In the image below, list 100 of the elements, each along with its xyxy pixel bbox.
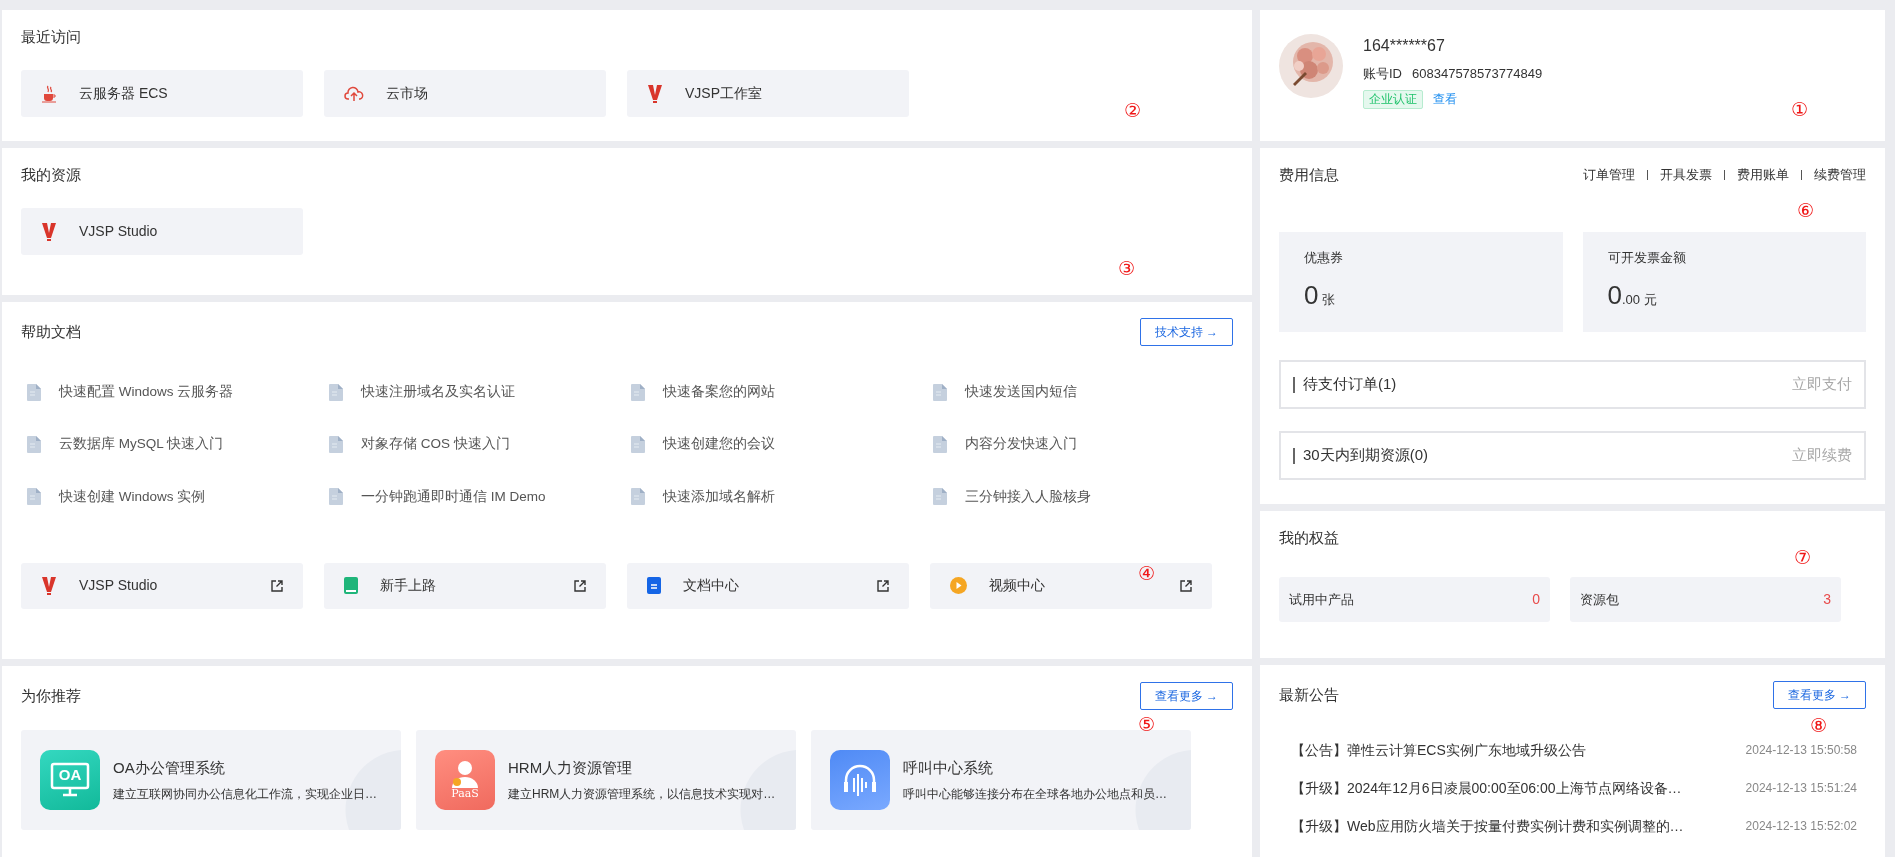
tile-label: VJSP Studio (79, 576, 158, 596)
section-title: 为你推荐 (21, 686, 81, 706)
callout-number: ③ (1118, 258, 1136, 280)
notice-link[interactable]: 【升级】Web应用防火墙关于按量付费实例计费和实例调整的… (1291, 815, 1684, 837)
external-link-icon (877, 579, 889, 592)
more-button[interactable]: 查看更多 → (1139, 682, 1233, 710)
id-label: 账号ID (1363, 65, 1402, 83)
file-icon (933, 435, 947, 453)
fee-link[interactable]: 订单管理 (1583, 165, 1635, 185)
product-card[interactable]: 呼叫中心系统 呼叫中心能够连接分布在全球各地办公地点和员… (811, 730, 1191, 830)
shortcut-tile[interactable]: VJSP工作室 (627, 70, 909, 117)
doc-link[interactable]: 快速添加域名解析 (663, 486, 775, 507)
doc-link[interactable]: 快速创建 Windows 实例 (59, 486, 206, 507)
stat-value: 0 (1304, 279, 1319, 310)
pending-row[interactable]: 30天内到期资源(0) 立即续费 (1279, 431, 1866, 480)
tile-label: 视频中心 (989, 576, 1045, 596)
shortcut-tile[interactable]: 云服务器 ECS (21, 70, 303, 117)
fee-link[interactable]: 续费管理 (1814, 165, 1866, 185)
icon-label: OA (57, 769, 83, 781)
file-icon (631, 383, 645, 401)
file-icon (631, 488, 645, 506)
verified-tag: 企业认证 (1363, 89, 1423, 109)
product-description: 呼叫中心能够连接分布在全球各地办公地点和员… (903, 786, 1167, 804)
pending-label: 待支付订单(1) (1303, 374, 1397, 395)
product-card[interactable]: OA OA办公管理系统 建立互联网协同办公信息化工作流，实现企业日… (21, 730, 401, 830)
doc-link[interactable]: 一分钟跑通即时通信 IM Demo (361, 486, 546, 507)
doc-link[interactable]: 对象存储 COS 快速入门 (361, 434, 510, 455)
person-icon (450, 760, 480, 788)
v-logo-icon (41, 575, 57, 596)
file-icon (329, 435, 343, 453)
section-title: 最新公告 (1279, 685, 1339, 705)
stat-unit: 张 (1322, 291, 1336, 307)
shortcut-tile[interactable]: 文档中心 (627, 562, 909, 609)
v-logo-icon (41, 221, 57, 242)
benefit-label: 资源包 (1580, 590, 1619, 609)
pending-label: 30天内到期资源(0) (1303, 445, 1429, 466)
notice-time: 2024-12-13 15:50:58 (1744, 742, 1857, 759)
shortcut-tile[interactable]: 新手上路 (324, 562, 606, 609)
more-button[interactable]: 技术支持 → (1139, 318, 1233, 346)
section-title: 费用信息 (1279, 165, 1339, 185)
shortcut-tile[interactable]: VJSP Studio (21, 208, 303, 255)
callout-number: ⑦ (1794, 547, 1812, 569)
callout-number: ⑧ (1810, 715, 1828, 737)
book-icon (344, 577, 358, 595)
file-icon (329, 488, 343, 506)
file-icon (27, 435, 41, 453)
monitor-icon (50, 762, 90, 798)
tile-label: 新手上路 (380, 576, 436, 596)
v-logo-icon (647, 83, 663, 104)
stat-value: 0 (1607, 279, 1622, 310)
fee-link[interactable]: 费用账单 (1737, 165, 1789, 185)
file-icon (27, 383, 41, 401)
product-name: OA办公管理系统 (113, 757, 226, 778)
stat-label: 优惠券 (1304, 249, 1344, 267)
section-title: 我的权益 (1279, 528, 1339, 548)
document-icon (647, 577, 661, 595)
icon-label: PaaS (451, 788, 479, 800)
doc-link[interactable]: 快速创建您的会议 (663, 434, 775, 455)
cloud-upload-icon (344, 85, 364, 102)
view-link[interactable]: 查看 (1433, 90, 1457, 108)
shortcut-tile[interactable]: 云市场 (324, 70, 606, 117)
tile-label: 云服务器 ECS (79, 84, 168, 103)
pending-row[interactable]: 待支付订单(1) 立即支付 (1279, 360, 1866, 409)
benefit-tile[interactable]: 试用中产品 0 (1279, 577, 1550, 622)
doc-link[interactable]: 三分钟接入人脸核身 (965, 486, 1091, 507)
external-link-icon (1180, 579, 1192, 592)
doc-link[interactable]: 快速配置 Windows 云服务器 (59, 382, 234, 403)
product-description: 建立HRM人力资源管理系统，以信息技术实现对… (508, 786, 776, 804)
shortcut-tile[interactable]: VJSP Studio (21, 562, 303, 609)
tile-label: 云市场 (386, 84, 428, 103)
file-icon (27, 488, 41, 506)
coffee-cup-icon (41, 84, 57, 103)
benefit-count: 3 (1823, 590, 1831, 609)
product-name: 呼叫中心系统 (903, 757, 994, 778)
doc-link[interactable]: 快速备案您的网站 (663, 382, 775, 403)
section-title: 我的资源 (21, 165, 81, 185)
notice-time: 2024-12-13 15:52:02 (1744, 818, 1857, 835)
product-card[interactable]: PaaS HRM人力资源管理 建立HRM人力资源管理系统，以信息技术实现对… (416, 730, 796, 830)
doc-link[interactable]: 快速注册域名及实名认证 (361, 382, 515, 403)
callout-number: ① (1791, 99, 1809, 121)
stat-unit: 元 (1644, 291, 1658, 307)
section-title: 帮助文档 (21, 322, 81, 342)
doc-link[interactable]: 内容分发快速入门 (965, 434, 1077, 455)
doc-link[interactable]: 快速发送国内短信 (965, 382, 1077, 403)
file-icon (933, 488, 947, 506)
more-button[interactable]: 查看更多 → (1772, 681, 1866, 709)
stat-decimals: .00 (1621, 291, 1641, 307)
fee-link[interactable]: 开具发票 (1660, 165, 1712, 185)
external-link-icon (271, 579, 283, 592)
file-icon (329, 383, 343, 401)
benefit-tile[interactable]: 资源包 3 (1570, 577, 1841, 622)
benefit-label: 试用中产品 (1289, 590, 1354, 609)
callout-number: ② (1124, 100, 1142, 122)
notice-time: 2024-12-13 15:51:24 (1744, 780, 1857, 797)
doc-link[interactable]: 云数据库 MySQL 快速入门 (59, 434, 223, 455)
external-link-icon (574, 579, 586, 592)
notice-link[interactable]: 【升级】2024年12月6日凌晨00:00至06:00上海节点网络设备… (1291, 777, 1682, 799)
notice-link[interactable]: 【公告】弹性云计算ECS实例广东地域升级公告 (1291, 739, 1586, 761)
account-name: 164******67 (1363, 36, 1446, 56)
tile-label: 文档中心 (683, 576, 739, 596)
